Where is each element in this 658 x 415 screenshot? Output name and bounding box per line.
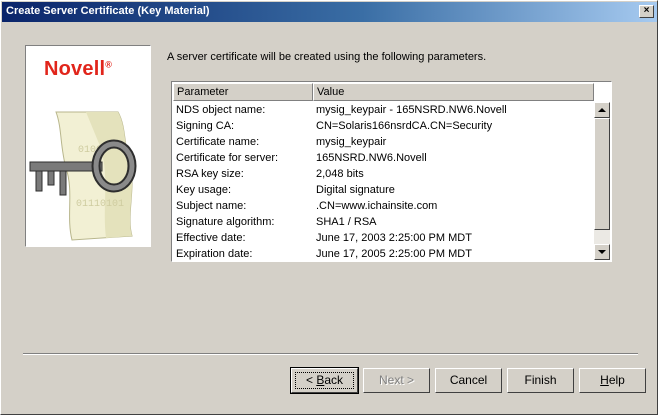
value-cell: June 17, 2003 2:25:00 PM MDT bbox=[316, 232, 472, 244]
registered-mark: ® bbox=[105, 59, 113, 70]
param-cell: RSA key size: bbox=[176, 168, 244, 180]
value-cell: 2,048 bits bbox=[316, 168, 364, 180]
arrow-up-icon bbox=[598, 108, 606, 112]
next-label: Next > bbox=[378, 373, 414, 387]
cancel-label: Cancel bbox=[449, 373, 488, 387]
table-row[interactable]: Signing CA: CN=Solaris166nsrdCA.CN=Securi… bbox=[173, 118, 594, 134]
novell-logo: Novell® bbox=[44, 58, 112, 81]
arrow-down-icon bbox=[598, 250, 606, 254]
column-header-parameter[interactable]: Parameter bbox=[173, 83, 313, 101]
list-header: Parameter Value bbox=[173, 83, 594, 101]
back-label-rest: ack bbox=[324, 373, 344, 387]
help-label-rest: elp bbox=[608, 373, 625, 387]
finish-button[interactable]: Finish bbox=[507, 368, 574, 393]
value-cell: mysig_keypair - 165NSRD.NW6.Novell bbox=[316, 104, 507, 116]
param-cell: Expiration date: bbox=[176, 248, 253, 260]
back-label-prefix: < bbox=[305, 373, 317, 387]
help-label: Help bbox=[600, 373, 625, 387]
param-cell: NDS object name: bbox=[176, 104, 266, 116]
help-label-key: H bbox=[600, 373, 609, 387]
value-cell: CN=Solaris166nsrdCA.CN=Security bbox=[316, 120, 493, 132]
table-row[interactable]: Signature algorithm: SHA1 / RSA bbox=[173, 214, 594, 230]
logo-panel: Novell® 0100 01110101 bbox=[25, 45, 151, 247]
parameter-list[interactable]: Parameter Value NDS object name: mysig_ke… bbox=[171, 81, 612, 262]
scroll-down-button[interactable] bbox=[594, 244, 610, 260]
dialog-window: Create Server Certificate (Key Material)… bbox=[0, 0, 658, 415]
back-label: < Back bbox=[306, 373, 343, 387]
value-cell: June 17, 2005 2:25:00 PM MDT bbox=[316, 248, 472, 260]
table-row[interactable]: Certificate name: mysig_keypair bbox=[173, 134, 594, 150]
value-cell: mysig_keypair bbox=[316, 136, 387, 148]
param-cell: Certificate name: bbox=[176, 136, 260, 148]
table-row[interactable]: Key usage: Digital signature bbox=[173, 182, 594, 198]
svg-text:01110101: 01110101 bbox=[76, 199, 124, 210]
finish-label: Finish bbox=[524, 373, 557, 387]
table-row[interactable]: Certificate for server: 165NSRD.NW6.Novel… bbox=[173, 150, 594, 166]
table-row[interactable]: Effective date: June 17, 2003 2:25:00 PM … bbox=[173, 230, 594, 246]
intro-text: A server certificate will be created usi… bbox=[167, 51, 487, 63]
param-cell: Signing CA: bbox=[176, 120, 235, 132]
list-rows: NDS object name: mysig_keypair - 165NSRD.… bbox=[173, 102, 594, 261]
window-title: Create Server Certificate (Key Material) bbox=[6, 5, 210, 17]
cancel-button[interactable]: Cancel bbox=[435, 368, 502, 393]
title-bar[interactable]: Create Server Certificate (Key Material)… bbox=[2, 2, 657, 22]
vertical-scrollbar[interactable] bbox=[594, 102, 610, 260]
brand-text: Novell bbox=[44, 58, 106, 80]
certificate-key-icon: 0100 01110101 bbox=[29, 111, 137, 241]
value-cell: 165NSRD.NW6.Novell bbox=[316, 152, 427, 164]
param-cell: Certificate for server: bbox=[176, 152, 279, 164]
back-button[interactable]: < Back bbox=[290, 367, 359, 394]
next-button[interactable]: Next > bbox=[363, 368, 430, 393]
table-row[interactable]: Expiration date: June 17, 2005 2:25:00 PM… bbox=[173, 246, 594, 261]
button-separator bbox=[23, 353, 638, 355]
table-row[interactable]: RSA key size: 2,048 bits bbox=[173, 166, 594, 182]
param-cell: Effective date: bbox=[176, 232, 246, 244]
value-cell: SHA1 / RSA bbox=[316, 216, 377, 228]
scroll-up-button[interactable] bbox=[594, 102, 610, 118]
param-cell: Subject name: bbox=[176, 200, 247, 212]
table-row[interactable]: NDS object name: mysig_keypair - 165NSRD.… bbox=[173, 102, 594, 118]
help-button[interactable]: Help bbox=[579, 368, 646, 393]
value-cell: Digital signature bbox=[316, 184, 395, 196]
close-icon: × bbox=[643, 5, 650, 16]
param-cell: Signature algorithm: bbox=[176, 216, 275, 228]
param-cell: Key usage: bbox=[176, 184, 232, 196]
table-row[interactable]: Subject name: .CN=www.ichainsite.com bbox=[173, 198, 594, 214]
value-cell: .CN=www.ichainsite.com bbox=[316, 200, 438, 212]
scroll-thumb[interactable] bbox=[594, 118, 610, 230]
close-button[interactable]: × bbox=[639, 5, 654, 18]
column-header-value[interactable]: Value bbox=[313, 83, 594, 101]
